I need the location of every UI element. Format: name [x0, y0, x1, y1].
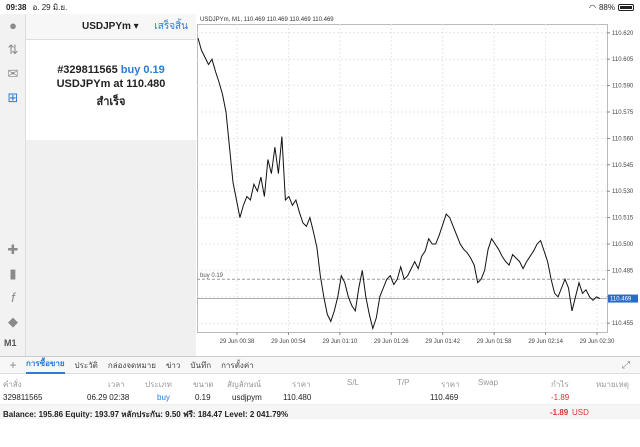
cell-time: 06.29 02:38 [87, 393, 130, 402]
tab-mailbox[interactable]: กล่องจดหมาย [108, 359, 156, 372]
wifi-icon: ◠ [589, 2, 596, 12]
new-order-icon[interactable]: ⊞ [5, 90, 21, 106]
chart-title: USDJPYm, M1, 110.469 110.469 110.469 110… [200, 17, 334, 23]
table-header: คำสั่ง เวลา ประเภท ขนาด สัญลักษณ์ ราคา S… [0, 374, 640, 389]
account-icon[interactable]: ● [5, 18, 21, 34]
y-tick-label: 110.500 [612, 242, 634, 248]
x-tick-label: 29 Jun 00:54 [271, 339, 306, 345]
x-tick-label: 29 Jun 01:42 [425, 339, 460, 345]
order-status: สำเร็จ [96, 96, 126, 108]
status-bar: 09:38 อ. 29 มิ.ย. ◠ 88% [0, 0, 640, 14]
x-tick-label: 29 Jun 00:38 [220, 339, 255, 345]
order-side-volume: buy 0.19 [120, 64, 165, 76]
order-line-label: buy 0.19 [200, 273, 224, 279]
order-ticket: #329811565 [57, 64, 118, 76]
chat-icon[interactable]: ✉ [5, 66, 21, 82]
tab-journal[interactable]: บันทึก [190, 359, 211, 372]
y-tick-label: 110.515 [612, 216, 634, 222]
y-tick-label: 110.575 [612, 110, 634, 116]
tab-news[interactable]: ข่าว [166, 359, 180, 372]
y-tick-label: 110.560 [612, 136, 634, 142]
crosshair-icon[interactable]: ✚ [5, 242, 21, 258]
table-row[interactable]: 329811565 06.29 02:38 buy 0.19 usdjpym 1… [0, 389, 640, 405]
cell-price: 110.480 [283, 393, 312, 402]
tab-history[interactable]: ประวัติ [75, 359, 98, 372]
y-tick-label: 110.530 [612, 189, 634, 195]
add-icon[interactable]: + [0, 358, 26, 372]
cell-symbol: usdjpym [232, 393, 262, 402]
x-tick-label: 29 Jun 02:30 [580, 339, 615, 345]
cell-profit: -1.89 [551, 393, 570, 402]
y-tick-label: 110.545 [612, 163, 634, 169]
y-tick-label: 110.620 [612, 31, 634, 37]
price-chart[interactable]: USDJPYm, M1, 110.469 110.469 110.469 110… [197, 14, 640, 356]
order-panel-header: USDJPYm ▾ เสร็จสิ้น [26, 14, 196, 40]
chart-svg[interactable]: USDJPYm, M1, 110.469 110.469 110.469 110… [197, 14, 640, 356]
chart-frame [197, 24, 608, 333]
y-tick-label: 110.590 [612, 84, 634, 90]
balance-summary: Balance: 195.86 Equity: 193.97 หลักประกั… [3, 410, 289, 419]
x-tick-label: 29 Jun 02:14 [528, 339, 563, 345]
balance-bar: Balance: 195.86 Equity: 193.97 หลักประกั… [0, 405, 640, 419]
x-tick-label: 29 Jun 01:26 [374, 339, 409, 345]
x-tick-label: 29 Jun 01:58 [477, 339, 512, 345]
y-tick-label: 110.485 [612, 268, 634, 274]
cell-volume: 0.19 [195, 393, 211, 402]
left-toolbar: ● ⇅ ✉ ⊞ ✚ ▮ f ◆ M1 [0, 14, 26, 356]
cell-current-price: 110.469 [430, 393, 459, 402]
profit-currency: USD [572, 408, 589, 417]
symbol-selector[interactable]: USDJPYm ▾ [82, 21, 139, 32]
status-time: 09:38 [6, 2, 27, 12]
timeframe-button[interactable]: M1 [4, 338, 17, 348]
order-price: 110.480 [126, 78, 166, 90]
status-date: อ. 29 มิ.ย. [32, 2, 68, 12]
cell-order: 329811565 [3, 393, 43, 402]
y-tick-label: 110.455 [612, 321, 634, 327]
col-sl: S/L [347, 378, 360, 387]
chart-type-icon[interactable]: ▮ [5, 266, 21, 282]
x-tick-label: 29 Jun 01:10 [323, 339, 358, 345]
order-result: #329811565 buy 0.19 USDJPYm at 110.480 สำ… [26, 40, 196, 140]
trade-icon[interactable]: ⇅ [5, 42, 21, 58]
cell-type: buy [157, 393, 170, 402]
col-tp: T/P [397, 378, 410, 387]
price-series-line [197, 37, 601, 331]
col-swap: Swap [478, 378, 499, 387]
battery-percent: 88% [598, 2, 615, 12]
bottom-tab-bar: + การซื้อขาย ประวัติ กล่องจดหมาย ข่าว บั… [0, 356, 640, 374]
tab-settings[interactable]: การตั้งค่า [221, 359, 254, 372]
trade-table: คำสั่ง เวลา ประเภท ขนาด สัญลักษณ์ ราคา S… [0, 374, 640, 405]
tab-trade[interactable]: การซื้อขาย [26, 357, 65, 374]
battery-icon [618, 3, 634, 11]
y-tick-label: 110.605 [612, 57, 634, 63]
order-panel: USDJPYm ▾ เสร็จสิ้น #329811565 buy 0.19 U… [26, 14, 196, 356]
expand-icon[interactable]: ⤢ [622, 360, 630, 371]
done-button[interactable]: เสร็จสิ้น [154, 19, 188, 34]
objects-icon[interactable]: ◆ [5, 314, 21, 330]
indicators-icon[interactable]: f [5, 290, 21, 306]
current-price-label: 110.469 [610, 297, 632, 303]
total-profit: -1.89 [550, 408, 569, 417]
order-symbol-at: USDJPYm at [56, 78, 124, 90]
